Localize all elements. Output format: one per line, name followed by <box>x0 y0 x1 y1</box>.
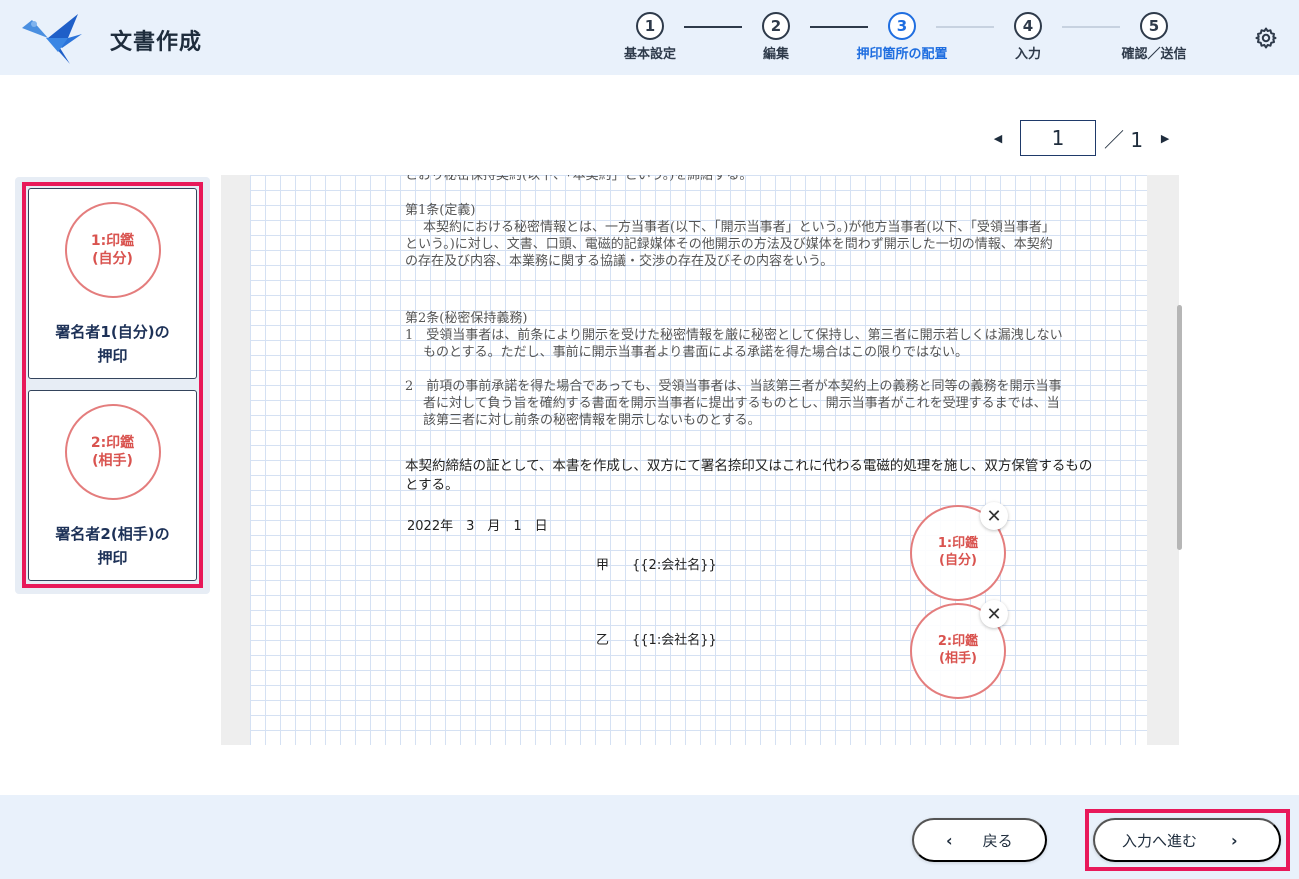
party-b-mark: 乙 <box>596 633 610 648</box>
contract-date: 2022年 3 月 1 日 <box>407 519 548 534</box>
article2-item1: 1 受領当事者は、前条により開示を受けた秘密情報を厳に秘密として保持し、第三者に… <box>405 328 1063 360</box>
step-number: 1 <box>636 12 664 40</box>
stamp-signer2-icon: 2:印鑑 (相手) <box>64 404 161 500</box>
stamp-text: 2:印鑑 <box>937 634 979 650</box>
back-button[interactable]: ‹ 戻る <box>912 818 1047 862</box>
document-scrollbar[interactable] <box>1177 305 1182 550</box>
stamp-signer1-icon: 1:印鑑 (自分) <box>64 202 161 298</box>
card-label: 署名者2(相手)の 押印 <box>55 522 169 570</box>
step-confirm-send[interactable]: 5 確認／送信 <box>1094 12 1214 62</box>
article2-item2: 2 前項の事前承諾を得た場合であっても、受領当事者は、当該第三者が本契約上の義務… <box>405 379 1062 428</box>
caret-right-icon[interactable]: ▶ <box>1157 132 1173 145</box>
card-label-line: 押印 <box>97 347 128 365</box>
step-label: 編集 <box>762 47 789 62</box>
page-total: ／ 1 <box>1104 127 1144 152</box>
closing-text: 本契約締結の証として、本書を作成し、双方にて署名捺印又はこれに代わる電磁的処理を… <box>405 458 1093 493</box>
back-button-label: 戻る <box>982 831 1013 850</box>
stamp-text: 2:印鑑 <box>90 434 135 451</box>
step-label: 入力 <box>1014 47 1041 62</box>
stamp-text: (相手) <box>939 651 977 666</box>
gear-icon[interactable] <box>1254 26 1278 50</box>
step-number: 4 <box>1014 12 1042 40</box>
page-navigator: ◀ ／ 1 ▶ <box>990 120 1173 156</box>
step-number: 2 <box>762 12 790 40</box>
caret-left-icon[interactable]: ◀ <box>990 132 1006 145</box>
swallow-logo-icon <box>22 14 82 64</box>
card-label: 署名者1(自分)の 押印 <box>55 320 169 368</box>
close-icon[interactable]: ✕ <box>980 600 1008 628</box>
article2-title: 第2条(秘密保持義務) <box>405 311 528 326</box>
step-basic-settings[interactable]: 1 基本設定 <box>590 12 710 62</box>
stamp-text: (自分) <box>939 553 977 568</box>
document-viewer[interactable]: とおり秘密保持契約(以下、「本契約」という。)を締結する。 第1条(定義) 本契… <box>221 175 1179 745</box>
article1-title: 第1条(定義) <box>405 203 476 218</box>
card-label-line: 押印 <box>97 549 128 567</box>
party-a-name: {{2:会社名}} <box>632 558 717 573</box>
document-page[interactable]: とおり秘密保持契約(以下、「本契約」という。)を締結する。 第1条(定義) 本契… <box>250 175 1147 745</box>
card-label-line: 署名者2(相手)の <box>55 525 170 543</box>
step-label: 基本設定 <box>623 47 676 62</box>
app-title: 文書作成 <box>110 30 203 55</box>
stamp-text: (自分) <box>92 251 133 267</box>
party-a-mark: 甲 <box>596 558 610 573</box>
header: 文書作成 1 基本設定 2 編集 3 押印箇所の配置 4 入力 5 確認／送信 <box>0 0 1299 75</box>
step-label: 確認／送信 <box>1121 47 1187 62</box>
close-icon[interactable]: ✕ <box>980 502 1008 530</box>
chevron-left-icon: ‹ <box>946 830 953 850</box>
stamp-card-signer1[interactable]: 1:印鑑 (自分) 署名者1(自分)の 押印 <box>28 188 197 379</box>
card-label-line: 署名者1(自分)の <box>55 323 170 341</box>
party-b-name: {{1:会社名}} <box>632 633 717 648</box>
step-number: 3 <box>888 12 916 40</box>
step-edit[interactable]: 2 編集 <box>716 12 836 62</box>
next-button-label: 入力へ進む <box>1122 831 1198 850</box>
stamp-text: 1:印鑑 <box>90 232 135 249</box>
chevron-right-icon: › <box>1231 830 1238 850</box>
stamp-text: 1:印鑑 <box>937 536 979 552</box>
stamp-text: (相手) <box>92 453 133 469</box>
article1-body: 本契約における秘密情報とは、一方当事者(以下、「開示当事者」という。)が他方当事… <box>405 220 1055 269</box>
doc-text: とおり秘密保持契約(以下、「本契約」という。)を締結する。 <box>405 175 753 183</box>
next-to-input-button[interactable]: 入力へ進む › <box>1093 818 1281 862</box>
stamp-card-signer2[interactable]: 2:印鑑 (相手) 署名者2(相手)の 押印 <box>28 390 197 581</box>
step-stamp-placement[interactable]: 3 押印箇所の配置 <box>842 12 962 62</box>
step-label: 押印箇所の配置 <box>856 47 948 62</box>
step-number: 5 <box>1140 12 1168 40</box>
page-number-input[interactable] <box>1020 120 1096 156</box>
step-input[interactable]: 4 入力 <box>968 12 1088 62</box>
